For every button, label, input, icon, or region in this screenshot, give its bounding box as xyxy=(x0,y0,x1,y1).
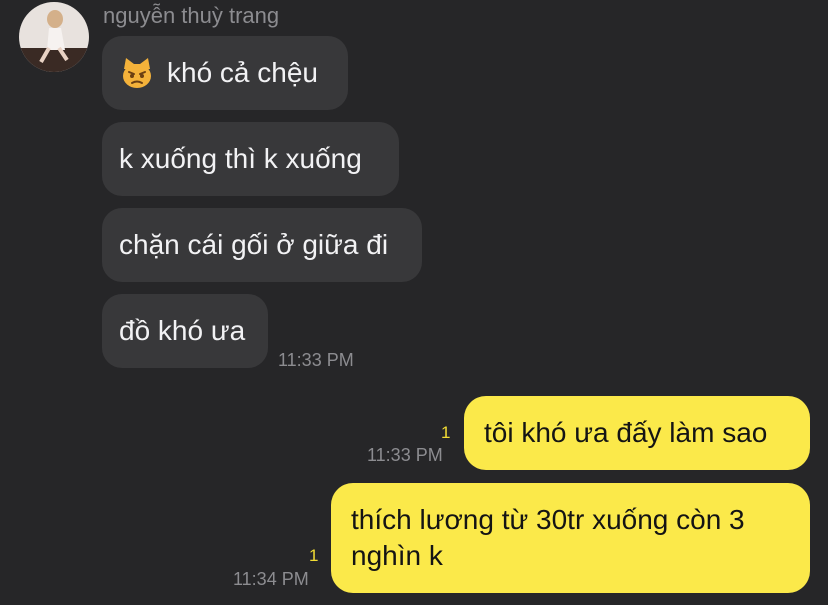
sender-name: nguyễn thuỳ trang xyxy=(103,3,280,28)
message-text: chặn cái gối ở giữa đi xyxy=(119,229,389,260)
unread-count: 1 xyxy=(309,546,319,565)
message-timestamp: 11:34 PM xyxy=(233,569,309,589)
pouting-cat-icon xyxy=(123,58,151,88)
message-text: thích lương từ 30tr xuống còn 3 nghìn k xyxy=(351,504,745,571)
outgoing-message[interactable]: thích lương từ 30tr xuống còn 3 nghìn k xyxy=(331,483,810,593)
message-timestamp: 11:33 PM xyxy=(278,350,354,370)
message-text: tôi khó ưa đấy làm sao xyxy=(484,417,768,448)
outgoing-message[interactable]: tôi khó ưa đấy làm sao xyxy=(464,396,810,470)
incoming-message[interactable]: đồ khó ưa xyxy=(102,294,268,368)
unread-count: 1 xyxy=(441,423,451,442)
incoming-message[interactable]: chặn cái gối ở giữa đi xyxy=(102,208,422,282)
message-text: khó cả chệu xyxy=(167,57,318,88)
incoming-message[interactable]: khó cả chệu xyxy=(102,36,348,110)
incoming-message[interactable]: k xuống thì k xuống xyxy=(102,122,399,196)
message-timestamp: 11:33 PM xyxy=(367,445,443,465)
message-text: k xuống thì k xuống xyxy=(119,143,362,174)
avatar[interactable] xyxy=(19,2,89,72)
message-text: đồ khó ưa xyxy=(119,315,246,346)
